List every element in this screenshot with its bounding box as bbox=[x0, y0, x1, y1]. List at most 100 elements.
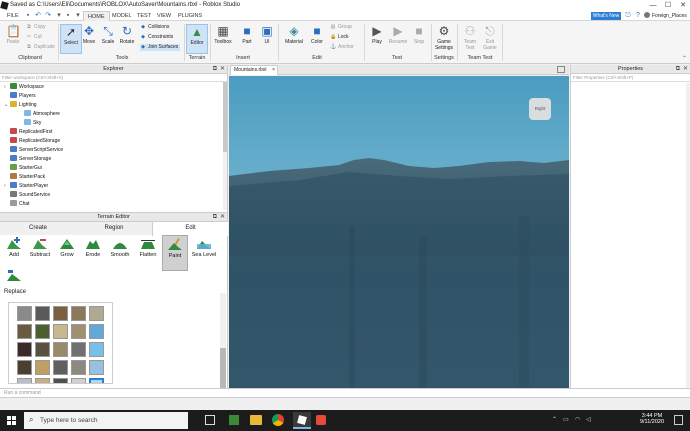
sea-level-tool-button[interactable]: Sea Level bbox=[190, 235, 218, 258]
app-red-icon[interactable] bbox=[316, 415, 326, 425]
material-swatch[interactable] bbox=[89, 378, 104, 383]
tab-model[interactable]: MODEL bbox=[108, 11, 136, 21]
material-swatch[interactable] bbox=[17, 342, 32, 357]
undo-icon[interactable]: ↶ bbox=[34, 12, 42, 20]
material-swatch[interactable] bbox=[35, 378, 50, 383]
erode-tool-button[interactable]: Erode bbox=[80, 235, 106, 258]
play-button[interactable]: ▶ Play bbox=[366, 24, 388, 54]
taskbar-search-box[interactable]: ⌕ Type here to search bbox=[24, 412, 188, 429]
material-swatch[interactable] bbox=[89, 360, 104, 375]
close-explorer-icon[interactable]: ✕ bbox=[220, 65, 225, 74]
minecraft-app-icon[interactable] bbox=[229, 415, 239, 425]
close-tab-icon[interactable]: × bbox=[272, 66, 275, 75]
fullscreen-icon[interactable] bbox=[557, 66, 565, 73]
add-tool-button[interactable]: Add bbox=[1, 235, 27, 258]
tree-item[interactable]: Sky bbox=[0, 119, 227, 128]
tree-item[interactable]: ServerScriptService bbox=[0, 146, 227, 155]
material-swatch[interactable] bbox=[53, 360, 68, 375]
tab-home[interactable]: HOME bbox=[83, 11, 110, 21]
material-swatch[interactable] bbox=[71, 342, 86, 357]
network-icon[interactable]: ▭ bbox=[563, 416, 569, 423]
properties-scrollbar[interactable] bbox=[686, 83, 690, 388]
task-view-icon[interactable] bbox=[205, 415, 215, 425]
paste-button[interactable]: 📋 Paste bbox=[2, 24, 24, 54]
tree-item[interactable]: ServerStorage bbox=[0, 155, 227, 164]
material-swatch[interactable] bbox=[35, 324, 50, 339]
undock-icon[interactable]: ⧉ bbox=[213, 65, 217, 74]
collapse-ribbon-icon[interactable]: ⌃ bbox=[682, 55, 687, 62]
explorer-scrollbar[interactable] bbox=[223, 82, 227, 210]
tree-item[interactable]: ⌄ Lighting bbox=[0, 101, 227, 110]
tree-item[interactable]: Atmosphere bbox=[0, 110, 227, 119]
tray-overflow-icon[interactable]: ⌃ bbox=[552, 416, 557, 423]
material-button[interactable]: ◈ Material bbox=[282, 24, 306, 54]
wifi-icon[interactable]: ◠ bbox=[575, 416, 580, 423]
close-properties-icon[interactable]: ✕ bbox=[683, 65, 688, 74]
undock-icon[interactable]: ⧉ bbox=[676, 65, 680, 74]
tab-plugins[interactable]: PLUGINS bbox=[174, 11, 206, 21]
save-icon[interactable]: ▪ bbox=[24, 12, 32, 20]
tree-item[interactable]: › StarterPlayer bbox=[0, 182, 227, 191]
tree-item[interactable]: StarterPack bbox=[0, 173, 227, 182]
tree-item[interactable]: SoundService bbox=[0, 191, 227, 200]
material-swatch[interactable] bbox=[71, 378, 86, 383]
tree-item[interactable]: › Workspace bbox=[0, 83, 227, 92]
collisions-toggle[interactable]: ◆ Collisions bbox=[140, 24, 169, 31]
material-swatch[interactable] bbox=[17, 324, 32, 339]
tree-item[interactable]: Chat bbox=[0, 200, 227, 209]
material-swatch[interactable] bbox=[53, 342, 68, 357]
file-explorer-icon[interactable] bbox=[250, 415, 262, 425]
tree-item[interactable]: ReplicatedStorage bbox=[0, 137, 227, 146]
subtract-tool-button[interactable]: Subtract bbox=[27, 235, 53, 258]
notifications-icon[interactable] bbox=[674, 415, 683, 425]
material-swatch[interactable] bbox=[53, 378, 68, 383]
volume-icon[interactable]: ◁ bbox=[586, 416, 591, 423]
exit-game-button[interactable]: ⎋ Exit Game bbox=[479, 24, 501, 54]
material-swatch[interactable] bbox=[71, 306, 86, 321]
constraints-toggle[interactable]: ◆ Constraints bbox=[140, 34, 173, 41]
screenshot-icon[interactable]: ▪ bbox=[64, 12, 72, 20]
close-terrain-editor-icon[interactable]: ✕ bbox=[220, 213, 225, 222]
cut-button[interactable]: ✂ Cut bbox=[26, 34, 42, 41]
command-bar-input[interactable]: Run a command bbox=[0, 388, 690, 398]
grow-tool-button[interactable]: Grow bbox=[54, 235, 80, 258]
material-swatch[interactable] bbox=[53, 324, 68, 339]
toolbox-button[interactable]: ▦ Toolbox bbox=[211, 24, 235, 54]
material-swatch[interactable] bbox=[17, 306, 32, 321]
material-swatch[interactable] bbox=[35, 342, 50, 357]
paint-tool-button[interactable]: Paint bbox=[162, 235, 188, 271]
material-swatch[interactable] bbox=[89, 306, 104, 321]
material-swatch[interactable] bbox=[35, 360, 50, 375]
minimize-button[interactable]: — bbox=[646, 0, 660, 11]
quick-access-menu-icon[interactable]: ▾ bbox=[74, 12, 82, 20]
tab-view[interactable]: VIEW bbox=[153, 11, 175, 21]
anchor-button[interactable]: ⚓ Anchor bbox=[330, 44, 354, 51]
user-name[interactable]: Foreign_Places bbox=[644, 12, 690, 20]
roblox-studio-taskbar-button[interactable] bbox=[293, 412, 311, 429]
material-swatch[interactable] bbox=[35, 306, 50, 321]
material-swatch[interactable] bbox=[17, 360, 32, 375]
properties-filter-input[interactable]: Filter Properties (Ctrl+Shift+P) bbox=[571, 74, 690, 82]
dropdown-arrow-icon[interactable]: ▾ bbox=[55, 12, 63, 20]
redo-icon[interactable]: ↷ bbox=[44, 12, 52, 20]
duplicate-button[interactable]: ⧉ Duplicate bbox=[26, 44, 55, 51]
terrain-editor-button[interactable]: ▲ Editor bbox=[186, 24, 208, 54]
material-swatch[interactable] bbox=[17, 378, 32, 383]
join-surfaces-toggle[interactable]: ◆ Join Surfaces bbox=[140, 44, 181, 51]
group-button[interactable]: ▤ Group bbox=[330, 24, 352, 31]
terrain-scrollbar[interactable] bbox=[220, 293, 226, 389]
color-button[interactable]: ■ Color bbox=[306, 24, 328, 54]
material-swatch[interactable] bbox=[89, 324, 104, 339]
replace-tool-button[interactable] bbox=[1, 267, 27, 284]
copy-button[interactable]: ⧉ Copy bbox=[26, 24, 45, 31]
material-swatch[interactable] bbox=[71, 360, 86, 375]
game-settings-button[interactable]: ⚙ Game Settings bbox=[432, 24, 456, 54]
share-icon[interactable]: ⎋ bbox=[624, 12, 632, 20]
stop-button[interactable]: ■ Stop bbox=[408, 24, 430, 54]
rotate-tool-button[interactable]: ↻ Rotate bbox=[116, 24, 138, 54]
windows-start-icon[interactable] bbox=[7, 416, 16, 425]
smooth-tool-button[interactable]: Smooth bbox=[107, 235, 133, 258]
tab-mountains[interactable]: Mountains.rbxl × bbox=[230, 65, 278, 75]
ui-button[interactable]: ▣ UI bbox=[256, 24, 278, 54]
flatten-tool-button[interactable]: Flatten bbox=[135, 235, 161, 258]
